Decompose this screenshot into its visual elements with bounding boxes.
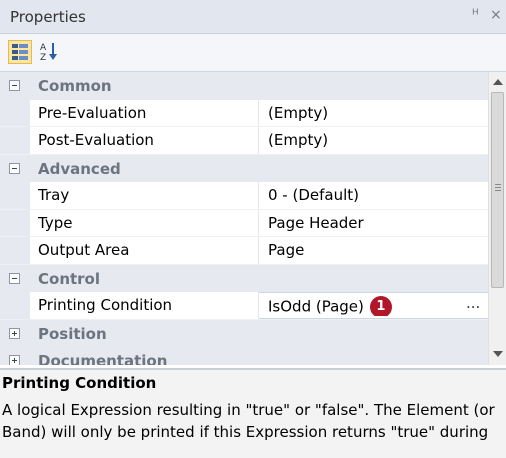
property-value[interactable]: IsOdd (Page): [268, 298, 364, 316]
sort-az-icon: A Z: [40, 43, 57, 63]
description-panel: Printing Condition A logical Expression …: [0, 368, 506, 458]
category-label: Advanced: [38, 159, 121, 178]
close-icon[interactable]: ×: [490, 7, 502, 23]
property-name: Post-Evaluation: [38, 131, 154, 149]
category-documentation[interactable]: Documentation: [0, 347, 488, 365]
categorized-view-button[interactable]: [8, 40, 32, 64]
description-title: Printing Condition: [2, 374, 157, 392]
property-row-post-evaluation[interactable]: Post-Evaluation (Empty): [0, 127, 488, 155]
category-label: Position: [38, 324, 107, 343]
printing-condition-input[interactable]: IsOdd (Page) 1: [268, 296, 458, 316]
pin-icon[interactable]: ᵸ: [472, 7, 479, 23]
category-position[interactable]: Position: [0, 319, 488, 347]
scrollbar-thumb[interactable]: [491, 92, 504, 288]
category-label: Common: [38, 77, 112, 95]
property-value[interactable]: Page Header: [268, 214, 458, 234]
category-common[interactable]: Common: [0, 72, 488, 100]
property-value[interactable]: (Empty): [268, 104, 458, 124]
property-row-type[interactable]: Type Page Header: [0, 209, 488, 237]
collapse-icon[interactable]: [9, 162, 20, 174]
categorized-view-icon: [12, 44, 28, 60]
property-row-tray[interactable]: Tray 0 - (Default): [0, 182, 488, 210]
scroll-down-icon[interactable]: [493, 351, 503, 357]
property-value[interactable]: (Empty): [268, 131, 458, 151]
property-row-pre-evaluation[interactable]: Pre-Evaluation (Empty): [0, 99, 488, 127]
property-name: Type: [38, 213, 73, 232]
category-control[interactable]: Control: [0, 264, 488, 292]
sort-alphabetical-button[interactable]: A Z: [38, 40, 62, 64]
category-label: Documentation: [38, 352, 168, 365]
svg-text:A: A: [40, 43, 47, 53]
property-value[interactable]: 0 - (Default): [268, 186, 458, 206]
property-name: Printing Condition: [38, 296, 173, 314]
category-advanced[interactable]: Advanced: [0, 154, 488, 182]
callout-badge: 1: [369, 296, 392, 316]
category-label: Control: [38, 269, 101, 288]
panel-title: Properties: [10, 8, 86, 26]
expand-icon[interactable]: [9, 327, 20, 339]
vertical-scrollbar[interactable]: [488, 72, 506, 365]
property-row-printing-condition[interactable]: Printing Condition IsOdd (Page) 1 ...: [0, 292, 488, 320]
property-value[interactable]: Page: [268, 241, 458, 261]
property-grid: Common Pre-Evaluation (Empty) Post-Evalu…: [0, 72, 488, 365]
collapse-icon[interactable]: [9, 80, 20, 91]
collapse-icon[interactable]: [9, 272, 20, 284]
property-name: Output Area: [38, 241, 130, 259]
property-name: Pre-Evaluation: [38, 103, 147, 122]
property-row-output-area[interactable]: Output Area Page: [0, 237, 488, 265]
expand-icon[interactable]: [9, 355, 20, 365]
panel-titlebar: Properties ᵸ ×: [0, 0, 506, 34]
expression-editor-button[interactable]: ...: [466, 294, 480, 312]
property-name: Tray: [38, 186, 70, 204]
scroll-up-icon[interactable]: [493, 79, 503, 85]
svg-text:Z: Z: [40, 53, 46, 62]
toolbar: A Z: [0, 34, 506, 72]
description-text: A logical Expression resulting in "true"…: [2, 401, 495, 441]
